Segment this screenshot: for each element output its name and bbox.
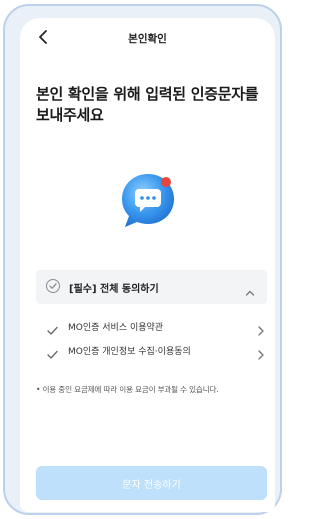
check-circle-icon <box>46 279 60 293</box>
phone-frame: 본인확인 본인 확인을 위해 입력된 인증문자를 보내주세요 [필수] 전체 동… <box>3 4 282 515</box>
fee-notice: • 이용 중인 요금제에 따라 이용 요금이 부과될 수 있습니다. <box>36 385 219 394</box>
header: 본인확인 <box>20 18 275 58</box>
chat-bubble-icon <box>116 168 180 232</box>
check-icon <box>47 321 58 340</box>
chevron-right-icon[interactable] <box>257 321 265 340</box>
send-sms-button[interactable]: 문자 전송하기 <box>36 466 267 500</box>
chevron-right-icon[interactable] <box>257 345 265 364</box>
chevron-up-icon[interactable] <box>245 282 255 301</box>
agree-all-toggle[interactable]: [필수] 전체 동의하기 <box>36 270 267 304</box>
agree-all-label: [필수] 전체 동의하기 <box>69 284 159 295</box>
page-title: 본인확인 <box>128 33 167 45</box>
term-item-service[interactable]: MO인증 서비스 이용약관 <box>36 316 267 338</box>
headline: 본인 확인을 위해 입력된 인증문자를 보내주세요 <box>36 85 259 124</box>
screen: 본인확인 본인 확인을 위해 입력된 인증문자를 보내주세요 [필수] 전체 동… <box>20 18 275 512</box>
check-icon <box>47 345 58 364</box>
term-label: MO인증 서비스 이용약관 <box>68 323 164 333</box>
term-label: MO인증 개인정보 수집·이용동의 <box>68 347 191 357</box>
term-item-privacy[interactable]: MO인증 개인정보 수집·이용동의 <box>36 340 267 362</box>
